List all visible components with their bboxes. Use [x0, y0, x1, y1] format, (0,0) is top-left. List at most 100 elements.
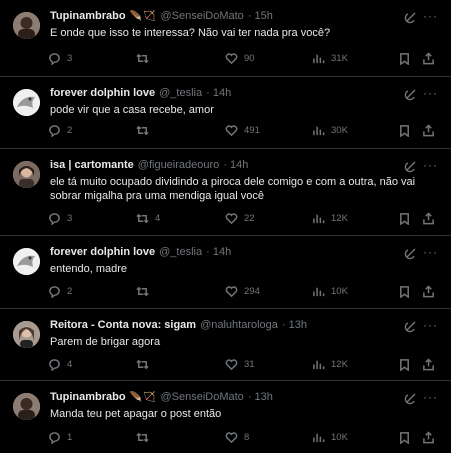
tweet-actions: 4 31 12K — [48, 356, 439, 372]
bookmark-button[interactable] — [398, 212, 411, 225]
tweet-header: Reitora - Conta nova: sigam @naluhtarolo… — [50, 319, 401, 332]
bookmark-button[interactable] — [398, 431, 411, 444]
reply-count: 2 — [67, 124, 73, 136]
more-icon[interactable]: ··· — [423, 318, 438, 332]
avatar[interactable] — [13, 393, 40, 420]
like-button[interactable]: 491 — [225, 124, 260, 137]
grok-icon[interactable] — [404, 319, 418, 333]
bookmark-button[interactable] — [398, 52, 411, 65]
view-count: 10K — [331, 285, 348, 297]
heart-icon — [225, 124, 238, 136]
retweet-button[interactable] — [136, 285, 155, 298]
reply-icon — [49, 124, 60, 137]
views-button[interactable]: 31K — [312, 52, 348, 65]
view-count: 10K — [331, 431, 348, 443]
reply-count: 3 — [67, 52, 73, 64]
reply-button[interactable]: 3 — [48, 52, 72, 65]
grok-icon[interactable] — [404, 10, 418, 24]
handle[interactable]: @SenseiDoMato — [160, 10, 243, 23]
more-icon[interactable]: ··· — [423, 9, 438, 23]
grok-icon[interactable] — [404, 87, 418, 101]
avatar[interactable] — [13, 248, 40, 275]
tweet[interactable]: forever dolphin love @_teslia · 14h ··· … — [0, 77, 451, 149]
avatar[interactable] — [13, 321, 40, 348]
display-name[interactable]: Tupinambrabo — [50, 391, 126, 404]
grok-icon[interactable] — [404, 159, 418, 173]
more-icon[interactable]: ··· — [423, 245, 438, 259]
like-button[interactable]: 90 — [225, 52, 255, 65]
heart-icon — [225, 285, 238, 297]
share-button[interactable] — [422, 51, 435, 65]
reply-count: 3 — [67, 212, 73, 224]
tweet[interactable]: Tupinambrabo 🪶🏹 @SenseiDoMato · 15h ··· … — [0, 0, 451, 77]
retweet-button[interactable] — [136, 431, 155, 444]
reply-button[interactable]: 2 — [48, 124, 72, 137]
reply-button[interactable]: 4 — [48, 358, 72, 371]
views-button[interactable]: 12K — [312, 212, 348, 225]
retweet-button[interactable]: 4 — [136, 212, 160, 225]
avatar[interactable] — [13, 89, 40, 116]
views-button[interactable]: 10K — [312, 431, 348, 444]
display-name[interactable]: forever dolphin love — [50, 87, 155, 100]
like-count: 294 — [244, 285, 260, 297]
handle[interactable]: @SenseiDoMato — [160, 391, 243, 404]
tweet-text: pode vir que a casa recebe, amor — [50, 104, 214, 116]
reply-button[interactable]: 1 — [48, 431, 72, 444]
like-button[interactable]: 8 — [225, 431, 249, 444]
display-name[interactable]: Tupinambrabo — [50, 10, 126, 23]
views-icon — [313, 54, 325, 63]
views-button[interactable]: 30K — [312, 124, 348, 137]
views-button[interactable]: 10K — [312, 285, 348, 298]
share-icon — [423, 357, 434, 370]
like-button[interactable]: 294 — [225, 285, 260, 298]
tweet-header: forever dolphin love @_teslia · 14h — [50, 87, 401, 100]
more-icon[interactable]: ··· — [423, 158, 438, 172]
tweet[interactable]: Tupinambrabo 🪶🏹 @SenseiDoMato · 13h ··· … — [0, 381, 451, 453]
views-button[interactable]: 12K — [312, 358, 348, 371]
timestamp[interactable]: · 14h — [206, 87, 231, 100]
like-button[interactable]: 31 — [225, 358, 255, 371]
grok-icon[interactable] — [404, 246, 418, 260]
tweet-actions: 2 491 30K — [48, 122, 439, 138]
reply-button[interactable]: 2 — [48, 285, 72, 298]
bookmark-button[interactable] — [398, 124, 411, 137]
bookmark-button[interactable] — [398, 358, 411, 371]
timestamp[interactable]: · 14h — [223, 159, 248, 172]
avatar[interactable] — [13, 12, 40, 39]
retweet-button[interactable] — [136, 358, 155, 371]
timestamp[interactable]: · 15h — [248, 10, 273, 23]
avatar[interactable] — [13, 161, 40, 188]
share-button[interactable] — [422, 430, 435, 444]
like-count: 31 — [244, 358, 255, 370]
share-button[interactable] — [422, 357, 435, 371]
tweet-text: entendo, madre — [50, 263, 128, 275]
share-button[interactable] — [422, 211, 435, 225]
views-icon — [313, 214, 325, 223]
tweet[interactable]: Reitora - Conta nova: sigam @naluhtarolo… — [0, 309, 451, 381]
handle[interactable]: @figueiradeouro — [138, 159, 220, 172]
timestamp[interactable]: · 13h — [248, 391, 273, 404]
bookmark-button[interactable] — [398, 285, 411, 298]
handle[interactable]: @_teslia — [159, 246, 202, 259]
retweet-icon — [136, 53, 149, 63]
grok-icon[interactable] — [404, 391, 418, 405]
display-name[interactable]: isa | cartomante — [50, 159, 134, 172]
display-name[interactable]: Reitora - Conta nova: sigam — [50, 319, 196, 332]
retweet-button[interactable] — [136, 124, 155, 137]
reply-count: 2 — [67, 285, 73, 297]
retweet-button[interactable] — [136, 52, 155, 65]
timestamp[interactable]: · 14h — [206, 246, 231, 259]
tweet[interactable]: isa | cartomante @figueiradeouro · 14h ·… — [0, 149, 451, 236]
display-name[interactable]: forever dolphin love — [50, 246, 155, 259]
tweet-text: ele tá muito ocupado dividindo a piroca … — [50, 176, 416, 202]
share-button[interactable] — [422, 123, 435, 137]
handle[interactable]: @_teslia — [159, 87, 202, 100]
reply-button[interactable]: 3 — [48, 212, 72, 225]
like-button[interactable]: 22 — [225, 212, 255, 225]
handle[interactable]: @naluhtarologa — [200, 319, 278, 332]
more-icon[interactable]: ··· — [423, 86, 438, 100]
more-icon[interactable]: ··· — [423, 390, 438, 404]
share-button[interactable] — [422, 284, 435, 298]
timestamp[interactable]: · 13h — [282, 319, 307, 332]
tweet[interactable]: forever dolphin love @_teslia · 14h ··· … — [0, 236, 451, 309]
